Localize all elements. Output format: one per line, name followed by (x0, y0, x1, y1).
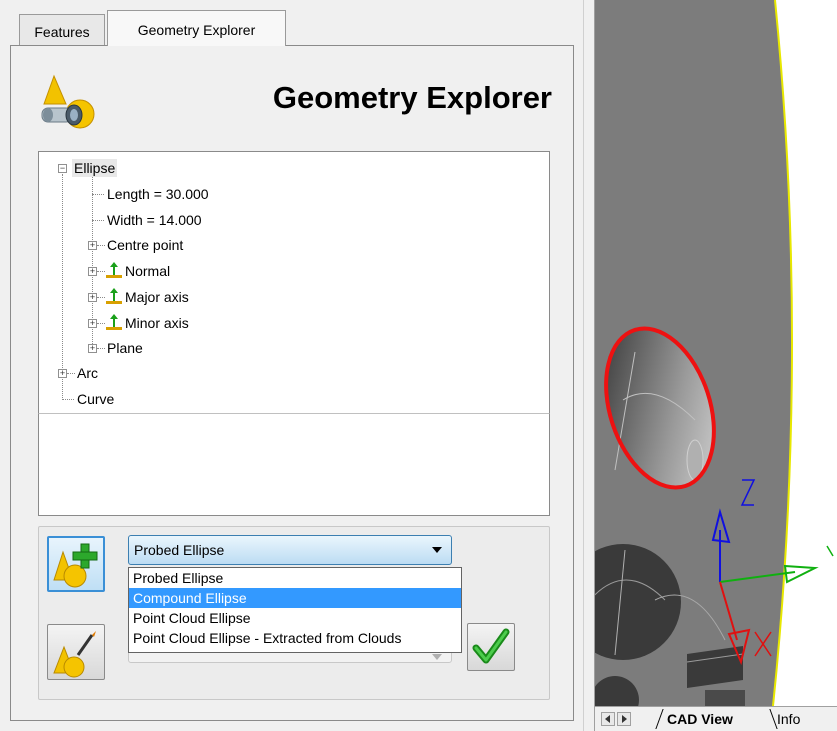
tab-scroll-left-button[interactable] (601, 712, 615, 726)
info-pane (38, 413, 550, 516)
tab-scroll-right-button[interactable] (617, 712, 631, 726)
tree-item-major-axis[interactable]: Major axis (125, 288, 189, 306)
feature-type-select[interactable]: Probed Ellipse (128, 535, 452, 565)
tree-item-width[interactable]: Width = 14.000 (107, 211, 202, 229)
edit-feature-icon (53, 631, 96, 678)
tab-info[interactable]: Info (777, 711, 800, 727)
tree-item-minor-axis[interactable]: Minor axis (125, 314, 189, 332)
tree-item-ellipse[interactable]: Ellipse (72, 159, 118, 177)
feature-type-selected-label: Probed Ellipse (134, 542, 225, 558)
vector-axis-icon (106, 288, 122, 304)
tree-item-centre-point[interactable]: Centre point (107, 236, 183, 254)
page-title: Geometry Explorer (272, 80, 552, 115)
tree-item-normal[interactable]: Normal (125, 262, 170, 280)
left-panel: Features Geometry Explorer Geometry Expl… (0, 0, 583, 731)
tree-item-plane[interactable]: Plane (107, 339, 143, 357)
expand-minor-axis-icon[interactable]: + (88, 319, 97, 328)
expand-arc-icon[interactable]: + (58, 369, 67, 378)
vector-axis-icon (106, 262, 122, 278)
expand-normal-icon[interactable]: + (88, 267, 97, 276)
expand-centre-point-icon[interactable]: + (88, 241, 97, 250)
slot-block (705, 690, 745, 706)
panel-splitter[interactable] (583, 0, 595, 731)
view-tab-bar: CAD View Info (595, 706, 837, 731)
expand-major-axis-icon[interactable]: + (88, 293, 97, 302)
dropdown-option-probed-ellipse[interactable]: Probed Ellipse (129, 568, 461, 588)
tree-item-length[interactable]: Length = 30.000 (107, 185, 209, 203)
chevron-down-icon (432, 654, 442, 660)
tree-item-arc[interactable]: Arc (77, 364, 98, 382)
edit-feature-button[interactable] (47, 624, 105, 680)
cad-model[interactable] (595, 0, 837, 706)
vector-axis-icon (106, 314, 122, 330)
tree-item-curve[interactable]: Curve (77, 390, 114, 408)
ok-button[interactable] (467, 623, 515, 671)
geometry-tree[interactable]: − Ellipse Length = 30.000 Width = 14.000… (38, 151, 550, 415)
chevron-down-icon[interactable] (432, 547, 442, 553)
collapse-ellipse-icon[interactable]: − (58, 164, 67, 173)
tab-features[interactable]: Features (19, 14, 105, 45)
dropdown-option-compound-ellipse[interactable]: Compound Ellipse (129, 588, 461, 608)
dropdown-option-point-cloud-ellipse-extracted[interactable]: Point Cloud Ellipse - Extracted from Clo… (129, 628, 461, 648)
feature-type-dropdown[interactable]: Probed Ellipse Compound Ellipse Point Cl… (128, 567, 462, 653)
tab-cad-view[interactable]: CAD View (667, 711, 733, 727)
cad-viewport[interactable] (595, 0, 837, 706)
add-feature-icon (53, 543, 98, 588)
dropdown-option-point-cloud-ellipse[interactable]: Point Cloud Ellipse (129, 608, 461, 628)
geometry-explorer-icon (41, 74, 95, 129)
tab-geometry-explorer[interactable]: Geometry Explorer (107, 10, 286, 46)
checkmark-icon (472, 628, 510, 664)
expand-plane-icon[interactable]: + (88, 344, 97, 353)
add-feature-button[interactable] (47, 536, 105, 592)
